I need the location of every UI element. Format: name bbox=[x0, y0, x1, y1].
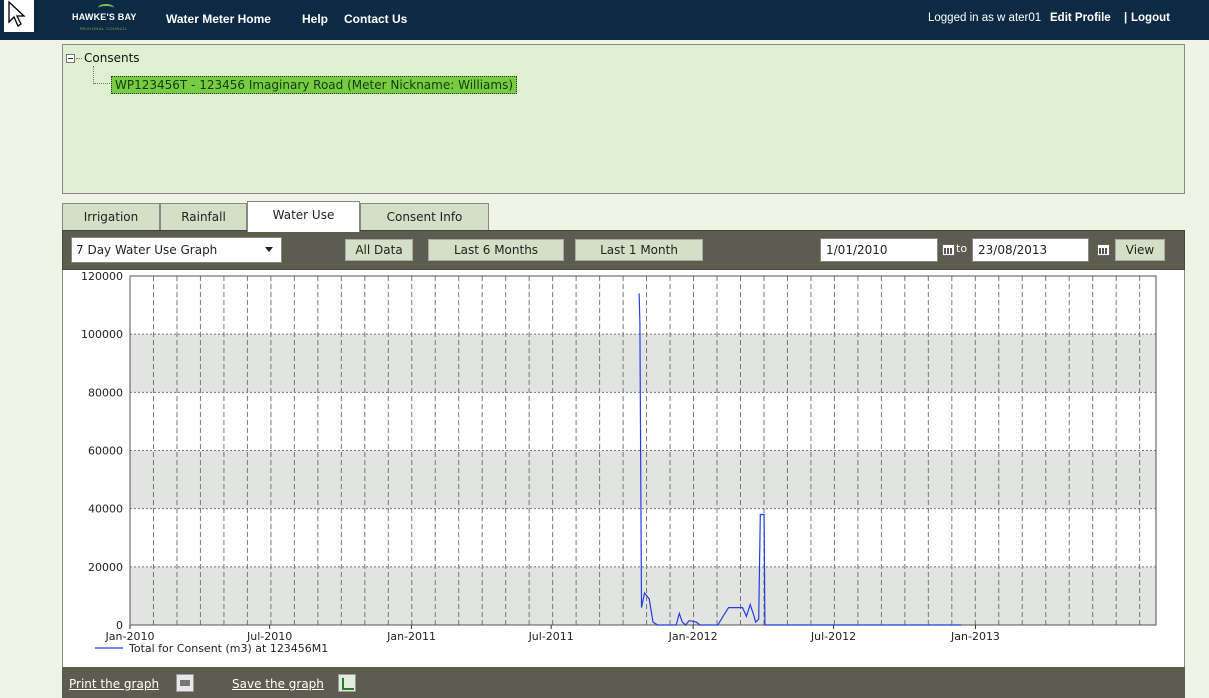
y-tick-label: 80000 bbox=[88, 386, 123, 399]
last-6-months-button[interactable]: Last 6 Months bbox=[428, 239, 564, 261]
mouse-cursor-icon bbox=[4, 0, 34, 32]
to-label: to bbox=[956, 242, 968, 255]
bottom-bar: Print the graph Save the graph bbox=[62, 667, 1185, 698]
line-chart: 020000400006000080000100000120000Jan-201… bbox=[81, 270, 1157, 655]
tab-water-use[interactable]: Water Use bbox=[247, 201, 360, 232]
x-tick-label: Jul-2012 bbox=[810, 630, 856, 643]
water-use-chart: 0 20000 40000 60000 80000 100000 120000 Jan-201… bbox=[62, 270, 1185, 667]
save-image-icon[interactable] bbox=[338, 674, 356, 692]
tab-rainfall[interactable]: Rainfall bbox=[160, 203, 247, 232]
view-button[interactable]: View bbox=[1115, 239, 1165, 261]
x-tick-label: Jan-2011 bbox=[386, 630, 436, 643]
last-1-month-button[interactable]: Last 1 Month bbox=[575, 239, 703, 261]
printer-icon[interactable] bbox=[176, 674, 194, 692]
print-graph-link[interactable]: Print the graph bbox=[69, 677, 159, 691]
save-graph-link[interactable]: Save the graph bbox=[232, 677, 324, 691]
grid-band bbox=[130, 450, 1156, 509]
x-tick-label: Jan-2012 bbox=[668, 630, 718, 643]
logout-link[interactable]: Logout bbox=[1131, 12, 1170, 24]
logged-in-status: Logged in as w ater01 bbox=[928, 12, 1042, 24]
to-date-input[interactable]: 23/08/2013 bbox=[972, 238, 1089, 262]
logo-subtext: REGIONAL COUNCIL bbox=[80, 26, 128, 31]
all-data-button[interactable]: All Data bbox=[345, 239, 413, 261]
nav-help[interactable]: Help bbox=[302, 12, 328, 26]
consent-item[interactable]: WP123456T - 123456 Imaginary Road (Meter… bbox=[111, 76, 518, 94]
edit-profile-link[interactable]: Edit Profile bbox=[1050, 12, 1111, 24]
grid-band bbox=[130, 334, 1156, 393]
hawkes-bay-logo[interactable]: HAWKE'S BAY REGIONAL COUNCIL bbox=[72, 4, 152, 32]
y-tick-label: 20000 bbox=[88, 561, 123, 574]
collapse-toggle-icon[interactable] bbox=[66, 54, 75, 63]
legend-label: Total for Consent (m3) at 123456M1 bbox=[128, 642, 328, 655]
grid-band bbox=[130, 566, 1156, 625]
y-tick-label: 40000 bbox=[88, 503, 123, 516]
dropdown-arrow-icon bbox=[265, 247, 273, 252]
top-bar: HAWKE'S BAY REGIONAL COUNCIL Water Meter… bbox=[0, 0, 1209, 40]
nav-separator: | bbox=[1124, 12, 1128, 24]
nav-water-meter-home[interactable]: Water Meter Home bbox=[166, 12, 271, 26]
y-tick-label: 60000 bbox=[88, 445, 123, 458]
tab-consent-info[interactable]: Consent Info bbox=[360, 203, 489, 232]
calendar-icon[interactable] bbox=[942, 244, 955, 256]
from-date-input[interactable]: 1/01/2010 bbox=[820, 238, 938, 262]
graph-type-value: 7 Day Water Use Graph bbox=[76, 243, 218, 257]
graph-type-select[interactable]: 7 Day Water Use Graph bbox=[71, 237, 282, 263]
y-tick-label: 100000 bbox=[81, 328, 123, 341]
logo-text: HAWKE'S BAY bbox=[72, 12, 137, 22]
calendar-icon[interactable] bbox=[1097, 244, 1110, 256]
tab-irrigation[interactable]: Irrigation bbox=[62, 203, 160, 232]
leaf-icon bbox=[98, 4, 114, 12]
y-tick-label: 120000 bbox=[81, 270, 123, 283]
consents-panel: Consents WP123456T - 123456 Imaginary Ro… bbox=[62, 44, 1185, 194]
graph-toolbar: 7 Day Water Use Graph All Data Last 6 Mo… bbox=[62, 230, 1185, 270]
x-tick-label: Jan-2013 bbox=[950, 630, 1000, 643]
x-tick-label: Jul-2011 bbox=[528, 630, 574, 643]
consents-root-label[interactable]: Consents bbox=[84, 51, 140, 65]
nav-contact-us[interactable]: Contact Us bbox=[344, 12, 407, 26]
